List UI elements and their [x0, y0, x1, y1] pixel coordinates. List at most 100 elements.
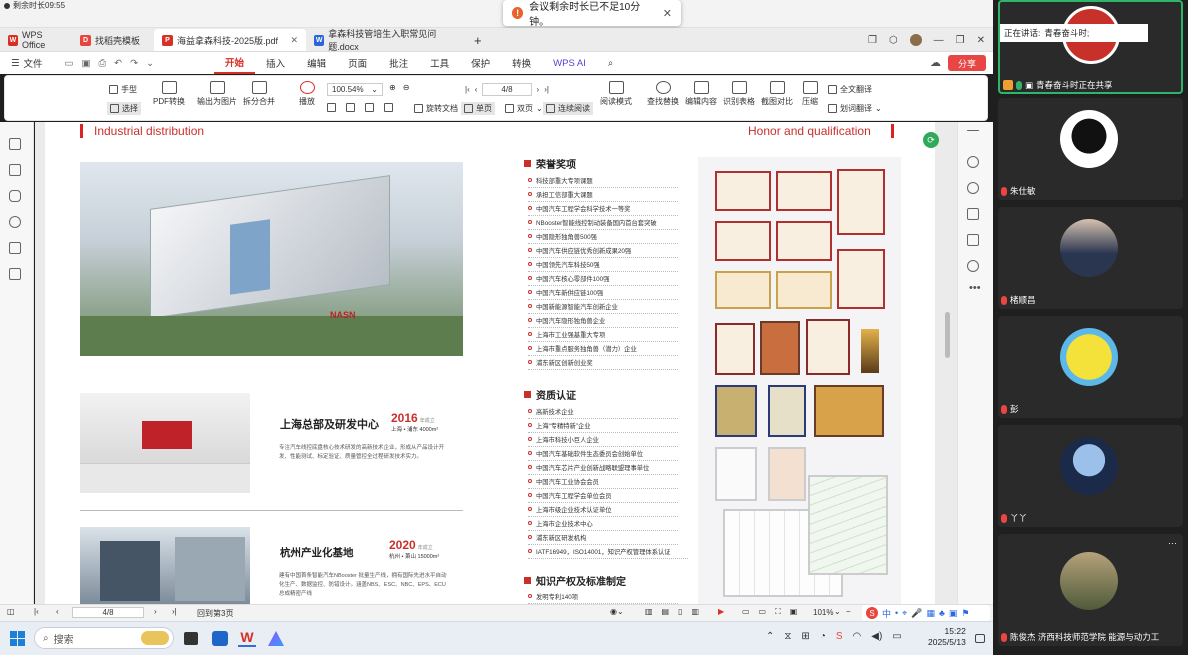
- last-page-icon[interactable]: ›|: [544, 85, 549, 94]
- tab-wps-office[interactable]: W WPS Office: [0, 29, 72, 51]
- tray-app-icon[interactable]: ⧖: [784, 631, 791, 642]
- compress-button[interactable]: 压缩: [802, 81, 818, 107]
- settings-icon[interactable]: [967, 208, 979, 220]
- new-tab-button[interactable]: +: [466, 29, 490, 51]
- bookmark-icon[interactable]: [9, 138, 21, 150]
- zoom-level[interactable]: 101%: [813, 608, 833, 617]
- photos-app-icon[interactable]: [212, 631, 228, 646]
- hand-tool[interactable]: 手型: [109, 84, 137, 95]
- tray-app-icon[interactable]: ◔: [820, 631, 826, 642]
- pdf-convert-button[interactable]: PDF转换: [153, 81, 185, 107]
- menu-edit[interactable]: 编辑: [296, 52, 337, 74]
- participant-tile-sharing[interactable]: 正在讲话: 青春奋斗时; ▣ 青春奋斗时正在共享: [998, 0, 1183, 94]
- save-icon[interactable]: ▣: [82, 58, 91, 69]
- notification-icon[interactable]: [975, 634, 985, 643]
- participant-tile[interactable]: 楮顺昌: [998, 207, 1183, 309]
- avatar[interactable]: [909, 34, 922, 46]
- single-page-button[interactable]: 单页: [461, 102, 495, 115]
- split-merge-button[interactable]: 拆分合并: [243, 81, 275, 107]
- double-page-button[interactable]: 双页 ⌄: [505, 103, 543, 114]
- sogou-tray-icon[interactable]: S: [836, 631, 843, 642]
- redo-icon[interactable]: ↷: [130, 58, 138, 69]
- file-menu[interactable]: ☰ 文件: [0, 52, 54, 74]
- participant-tile[interactable]: 彭: [998, 316, 1183, 418]
- tab-pdf[interactable]: P 海益拿森科技-2025版.pdf ✕: [154, 29, 306, 51]
- menu-page[interactable]: 页面: [337, 52, 378, 74]
- tab-template[interactable]: D 找稻壳模板: [72, 29, 154, 51]
- menu-insert[interactable]: 插入: [255, 52, 296, 74]
- share-button[interactable]: 分享: [948, 55, 986, 71]
- last-page-icon[interactable]: ›|: [172, 607, 177, 616]
- zoom-out-icon[interactable]: −: [846, 607, 851, 616]
- vertical-scrollbar[interactable]: [945, 312, 950, 358]
- zoom-dropdown-icon[interactable]: ⌄: [834, 607, 841, 616]
- rotate-button[interactable]: 旋转文档: [414, 103, 458, 114]
- recognize-table-button[interactable]: 识别表格: [723, 81, 755, 107]
- undo-icon[interactable]: ↶: [114, 58, 122, 69]
- tray-app-icon[interactable]: ⊞: [801, 631, 809, 642]
- screenshot-compare-button[interactable]: 截图对比: [761, 81, 793, 107]
- fit-page-icon[interactable]: [327, 103, 336, 112]
- folder-icon[interactable]: ▭: [65, 58, 74, 69]
- layers-icon[interactable]: [9, 268, 21, 280]
- status-page-input[interactable]: 4/8: [72, 607, 144, 618]
- export-image-button[interactable]: 输出为图片: [197, 81, 237, 107]
- actual-size-icon[interactable]: [365, 103, 374, 112]
- comment-icon[interactable]: [9, 190, 21, 202]
- select-tool[interactable]: 选择: [107, 102, 141, 115]
- page-input[interactable]: 4/8: [482, 83, 532, 96]
- taskbar-search-input[interactable]: ⌕ 搜索: [34, 627, 174, 649]
- box-icon[interactable]: ⬡: [889, 35, 898, 46]
- taskview-icon[interactable]: [184, 632, 198, 645]
- close-icon[interactable]: ✕: [977, 35, 985, 46]
- thumbnail-icon[interactable]: [9, 164, 21, 176]
- layout-icon[interactable]: ❐: [868, 35, 877, 46]
- edit-content-button[interactable]: 编辑内容: [685, 81, 717, 107]
- outline-icon[interactable]: [967, 234, 979, 246]
- meeting-app-icon[interactable]: [268, 631, 284, 646]
- tab-close-icon[interactable]: ✕: [290, 35, 298, 46]
- collapse-icon[interactable]: [967, 130, 979, 131]
- menu-convert[interactable]: 转换: [501, 52, 542, 74]
- find-replace-button[interactable]: 查找替换: [647, 81, 679, 107]
- windows-start-icon[interactable]: [10, 631, 25, 646]
- prev-page-icon[interactable]: ‹: [56, 607, 59, 616]
- menu-wps-ai[interactable]: WPS AI: [542, 52, 597, 74]
- chevron-up-icon[interactable]: ⌃: [766, 631, 774, 642]
- more-options-icon[interactable]: ···: [1168, 538, 1177, 548]
- chevron-down-icon[interactable]: ⌄: [146, 58, 154, 69]
- volume-icon[interactable]: ◀): [871, 631, 882, 642]
- back-to-page-link[interactable]: 回到第3页: [197, 608, 233, 619]
- wifi-icon[interactable]: ◠: [853, 631, 862, 642]
- menu-tools[interactable]: 工具: [419, 52, 460, 74]
- read-mode-button[interactable]: 阅读模式: [600, 81, 632, 107]
- toast-close-button[interactable]: ✕: [663, 7, 672, 20]
- more-icon[interactable]: •••: [969, 282, 981, 294]
- sidebar-toggle-icon[interactable]: ◫: [7, 607, 15, 616]
- next-page-icon[interactable]: ›: [537, 85, 540, 94]
- clock[interactable]: 15:22 2025/5/13: [928, 626, 966, 648]
- search-icon[interactable]: ⌕: [597, 52, 624, 74]
- participant-tile[interactable]: 丫丫: [998, 425, 1183, 527]
- eye-icon[interactable]: ◉⌄: [610, 607, 624, 616]
- restore-icon[interactable]: ❐: [956, 35, 965, 46]
- attachment-icon[interactable]: [9, 216, 21, 228]
- menu-protect[interactable]: 保护: [460, 52, 501, 74]
- wps-app-icon[interactable]: W: [238, 629, 256, 647]
- word-translate-button[interactable]: 划词翻译 ⌄: [828, 103, 882, 114]
- crop-icon[interactable]: [384, 103, 393, 112]
- zoom-select[interactable]: 100.54% ⌄: [327, 83, 383, 96]
- tab-docx[interactable]: W 拿森科技管培生入职常见问题.docx: [306, 29, 466, 52]
- full-translate-button[interactable]: 全文翻译: [828, 84, 872, 95]
- battery-icon[interactable]: ▭: [892, 631, 901, 642]
- zoom-out-icon[interactable]: ⊖: [403, 83, 410, 92]
- search-icon[interactable]: [967, 156, 979, 168]
- first-page-icon[interactable]: |‹: [465, 85, 470, 94]
- minimize-icon[interactable]: —: [934, 35, 944, 46]
- next-page-icon[interactable]: ›: [154, 607, 157, 616]
- fit-width-icon[interactable]: [346, 103, 355, 112]
- menu-comment[interactable]: 批注: [378, 52, 419, 74]
- prev-page-icon[interactable]: ‹: [475, 85, 478, 94]
- menu-start[interactable]: 开始: [214, 52, 256, 74]
- zoom-in-icon[interactable]: ⊕: [389, 83, 396, 92]
